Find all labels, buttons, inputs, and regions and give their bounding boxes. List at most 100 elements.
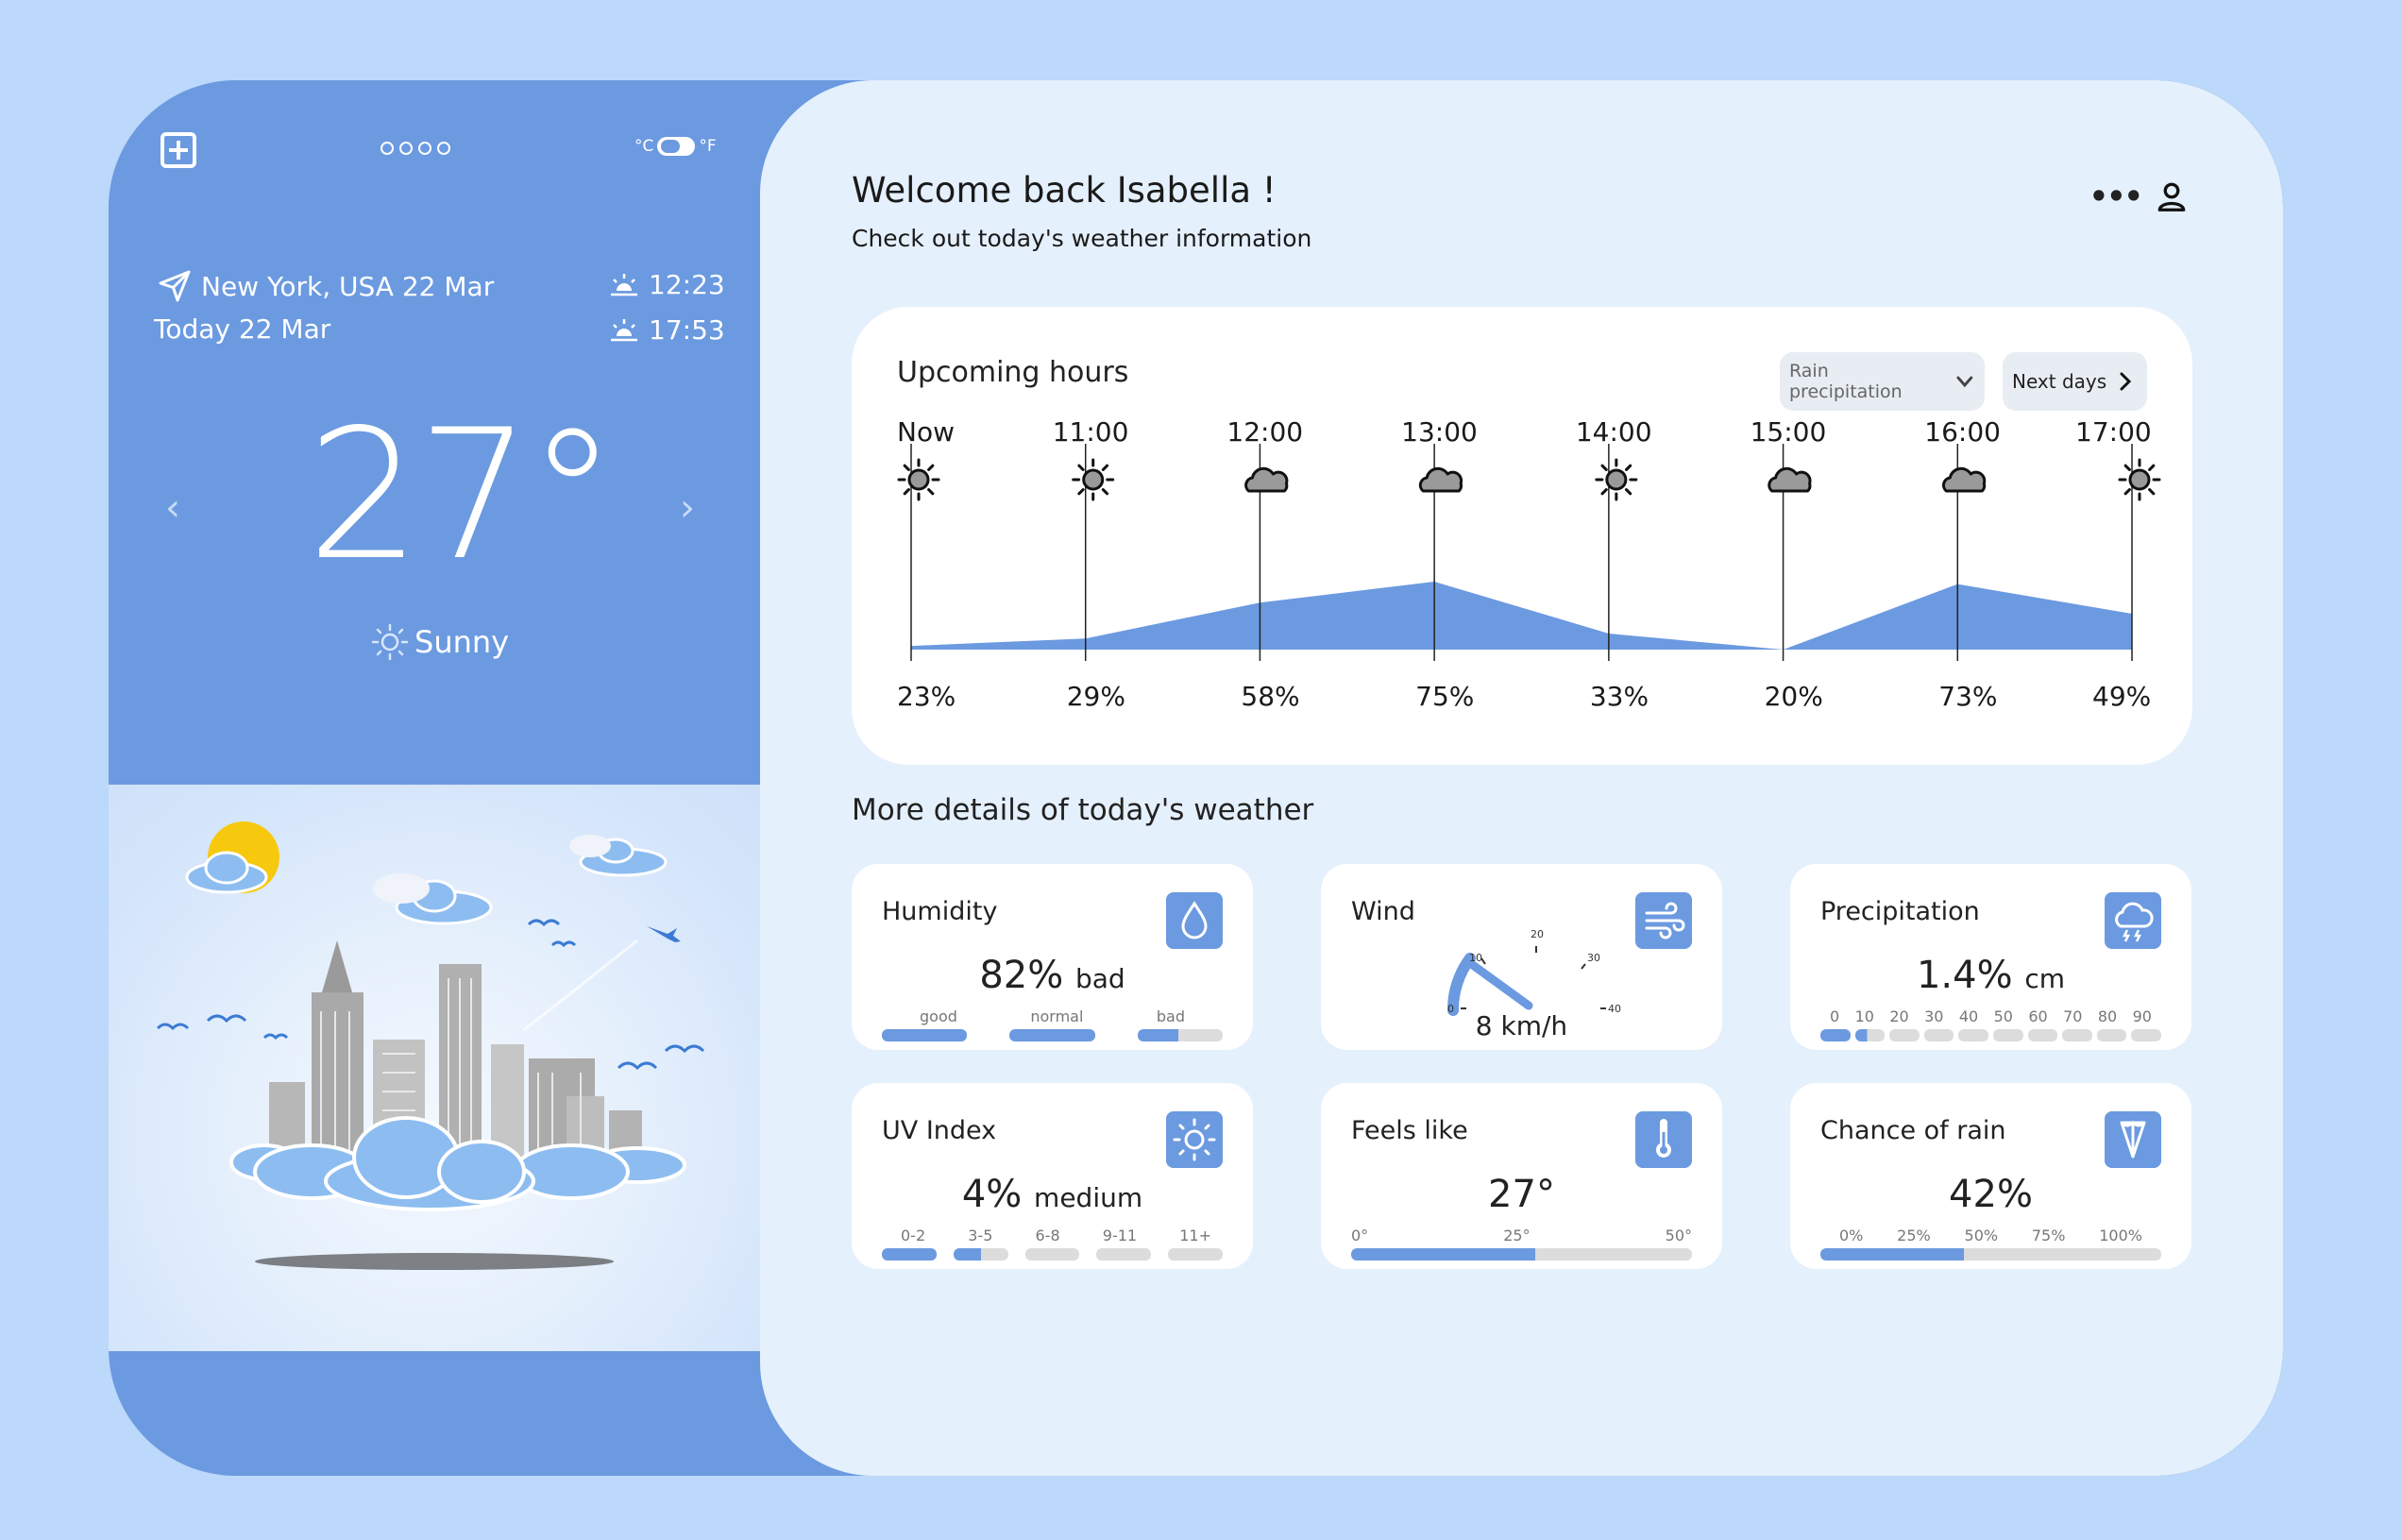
cloud-icon (1768, 466, 1812, 493)
toggle-switch[interactable] (657, 137, 696, 156)
feels-like-card[interactable]: Feels like 27° 0° 25° 50° (1321, 1083, 1722, 1269)
sunset-time: 17:53 (649, 314, 725, 346)
rain-bar (1820, 1248, 2161, 1261)
precipitation-area (911, 582, 2132, 650)
scale-segment (1889, 1029, 1920, 1041)
feels-bar-fill (1351, 1248, 1535, 1261)
shadow-illustration (255, 1253, 614, 1270)
hour-value-label: 73% (1938, 681, 1997, 712)
scale-label: 50° (1665, 1227, 1692, 1244)
scale-segment (1923, 1029, 1954, 1041)
details-title: More details of today's weather (852, 793, 1314, 827)
scale-segment (1024, 1248, 1080, 1261)
precipitation-card[interactable]: Precipitation 1.4% cm 0 10 20 30 40 50 60 70 80 9… (1790, 864, 2191, 1050)
cloud-icon (1418, 466, 1463, 493)
scale-label: 0% (1839, 1227, 1864, 1244)
hour-value-label: 49% (2092, 681, 2151, 712)
dashboard-panel: Welcome back Isabella ! Check out today'… (760, 80, 2283, 1476)
rain-scale: 0% 25% 50% 75% 100% (1820, 1227, 2161, 1261)
hour-time-label: 16:00 (1924, 416, 2001, 448)
location-pager[interactable] (381, 142, 450, 155)
hour-value-label: 58% (1241, 681, 1299, 712)
uv-value-row: 4% medium (852, 1173, 1253, 1216)
hour-time-label: Now (897, 416, 955, 448)
scale-label: 0 (1830, 1007, 1840, 1025)
more-options-icon[interactable]: ••• (2089, 181, 2143, 212)
uv-value: 4% (961, 1173, 1023, 1216)
today-date: Today 22 Mar (154, 313, 331, 345)
app-frame: °C °F New York, USA 22 Mar Today 22 Mar … (109, 80, 2283, 1476)
storm-cloud-icon (2105, 892, 2161, 949)
sun-outline-icon (371, 623, 409, 661)
scale-label: 0° (1351, 1227, 1369, 1244)
buildings-illustration (269, 940, 642, 1158)
hour-time-label: 12:00 (1226, 416, 1303, 448)
wind-icon (1635, 892, 1692, 949)
wind-title: Wind (1351, 897, 1415, 926)
scale-label: 6-8 (1035, 1227, 1060, 1244)
umbrella-icon (2105, 1111, 2161, 1168)
scale-label: 75% (2031, 1227, 2066, 1244)
gauge-tick: 20 (1531, 928, 1544, 940)
scale-label: 30 (1924, 1007, 1944, 1025)
sun-icon (1595, 458, 1638, 501)
cloud-icon (1244, 466, 1289, 493)
scale-segment (1854, 1029, 1886, 1041)
wind-gauge: 0 10 20 30 40 (1446, 928, 1621, 1016)
sunrise-row: 12:23 (609, 269, 725, 300)
rain-value: 42% (1949, 1173, 2033, 1216)
scale-segment (2027, 1029, 2058, 1041)
humidity-value: 82% (979, 954, 1064, 997)
scale-label: 3-5 (968, 1227, 993, 1244)
wind-card[interactable]: Wind 0 10 20 30 40 8 km/h (1321, 864, 1722, 1050)
uv-qualifier: medium (1034, 1182, 1143, 1213)
humidity-value-row: 82% bad (852, 954, 1253, 997)
precipitation-unit: cm (2024, 963, 2065, 994)
sunset-row: 17:53 (609, 314, 725, 346)
scale-label: 9-11 (1102, 1227, 1138, 1244)
welcome-title: Welcome back Isabella ! (852, 170, 1277, 211)
feels-bar (1351, 1248, 1692, 1261)
scale-label: 50 (1993, 1007, 2013, 1025)
feels-title: Feels like (1351, 1116, 1468, 1145)
location-text: New York, USA 22 Mar (201, 270, 495, 302)
uv-index-card[interactable]: UV Index 4% medium 0-2 3-5 6-8 9-11 11+ (852, 1083, 1253, 1269)
scale-segment (1168, 1248, 1223, 1261)
scale-segment (953, 1248, 1008, 1261)
gauge-tick: 10 (1469, 952, 1482, 964)
hour-time-label: 11:00 (1053, 416, 1129, 448)
scale-segment (1137, 1029, 1223, 1041)
add-location-button[interactable] (161, 132, 196, 168)
scale-label: 0-2 (901, 1227, 926, 1244)
scale-label: bad (1156, 1007, 1185, 1025)
rain-bar-fill (1820, 1248, 1964, 1261)
sun-icon (2118, 458, 2161, 501)
unit-f-label: °F (699, 137, 717, 156)
pager-dot[interactable] (437, 142, 450, 155)
scale-segment (1992, 1029, 2023, 1041)
user-profile-icon[interactable] (2155, 179, 2189, 213)
sun-icon (897, 458, 940, 501)
unit-toggle[interactable]: °C °F (634, 137, 717, 156)
scale-label: 100% (2099, 1227, 2142, 1244)
pager-dot[interactable] (399, 142, 413, 155)
top-actions: ••• (2089, 179, 2189, 213)
hours-precipitation-chart: Now 23% 11:00 29% 12:00 58% 13:00 75% 14:00 33% 15… (897, 416, 2161, 712)
humidity-scale: good normal bad (882, 1007, 1223, 1041)
prev-location-button[interactable]: ‹ (165, 486, 180, 530)
scale-segment (2096, 1029, 2127, 1041)
current-weather-panel: °C °F New York, USA 22 Mar Today 22 Mar … (109, 80, 760, 1476)
next-location-button[interactable]: › (680, 486, 695, 530)
scale-label: 80 (2097, 1007, 2118, 1025)
humidity-card[interactable]: Humidity 82% bad good normal bad (852, 864, 1253, 1050)
chance-of-rain-card[interactable]: Chance of rain 42% 0% 25% 50% 75% 100% (1790, 1083, 2191, 1269)
unit-c-label: °C (634, 137, 654, 156)
sun-icon (1072, 458, 1115, 501)
scale-label: 11+ (1179, 1227, 1211, 1244)
uv-title: UV Index (882, 1116, 997, 1145)
pager-dot[interactable] (418, 142, 431, 155)
scale-label: normal (1030, 1007, 1084, 1025)
pager-dot[interactable] (381, 142, 394, 155)
feels-scale: 0° 25° 50° (1351, 1227, 1692, 1261)
humidity-title: Humidity (882, 897, 998, 926)
